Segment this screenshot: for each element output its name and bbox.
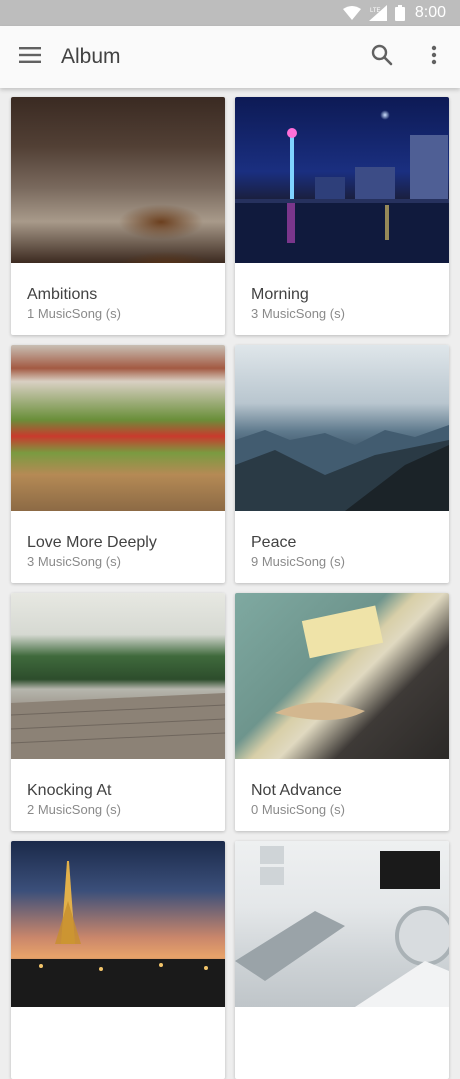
menu-icon [19, 46, 41, 68]
album-card[interactable] [235, 841, 449, 1079]
album-card[interactable]: Ambitions 1 MusicSong (s) [11, 97, 225, 335]
album-card[interactable]: Love More Deeply 3 MusicSong (s) [11, 345, 225, 583]
album-cover-image [11, 841, 225, 1007]
album-card[interactable]: Not Advance 0 MusicSong (s) [235, 593, 449, 831]
album-cover-image [11, 97, 225, 263]
album-grid: Ambitions 1 MusicSong (s) Morning 3 Musi… [11, 97, 449, 1079]
album-card[interactable]: Peace 9 MusicSong (s) [235, 345, 449, 583]
page-title: Album [61, 45, 121, 68]
album-card[interactable]: Morning 3 MusicSong (s) [235, 97, 449, 335]
album-song-count: 0 MusicSong (s) [251, 802, 345, 817]
album-song-count: 2 MusicSong (s) [27, 802, 121, 817]
album-cover-image [235, 593, 449, 759]
menu-button[interactable] [0, 26, 60, 88]
network-type-label: LTE [370, 8, 381, 14]
wifi-icon [342, 6, 361, 20]
album-cover-image [11, 593, 225, 759]
album-cover-image [235, 841, 449, 1007]
status-bar: LTE 8:00 [0, 0, 460, 26]
album-song-count: 3 MusicSong (s) [251, 306, 345, 321]
album-name: Knocking At [27, 782, 112, 799]
album-name: Morning [251, 286, 309, 303]
album-card[interactable]: Knocking At 2 MusicSong (s) [11, 593, 225, 831]
app-bar: Album [0, 26, 460, 88]
status-time: 8:00 [414, 4, 446, 21]
more-vert-icon [431, 45, 437, 70]
album-name: Love More Deeply [27, 534, 157, 551]
album-cover-image [235, 97, 449, 263]
album-song-count: 9 MusicSong (s) [251, 554, 345, 569]
album-name: Not Advance [251, 782, 342, 799]
search-button[interactable] [356, 26, 408, 88]
search-icon [371, 44, 393, 71]
album-song-count: 3 MusicSong (s) [27, 554, 121, 569]
album-name: Peace [251, 534, 297, 551]
album-name: Ambitions [27, 286, 98, 303]
album-card[interactable] [11, 841, 225, 1079]
overflow-menu-button[interactable] [408, 26, 460, 88]
album-song-count: 1 MusicSong (s) [27, 306, 121, 321]
album-cover-image [235, 345, 449, 511]
battery-icon [394, 5, 405, 21]
album-cover-image [11, 345, 225, 511]
signal-icon: LTE [368, 5, 387, 21]
